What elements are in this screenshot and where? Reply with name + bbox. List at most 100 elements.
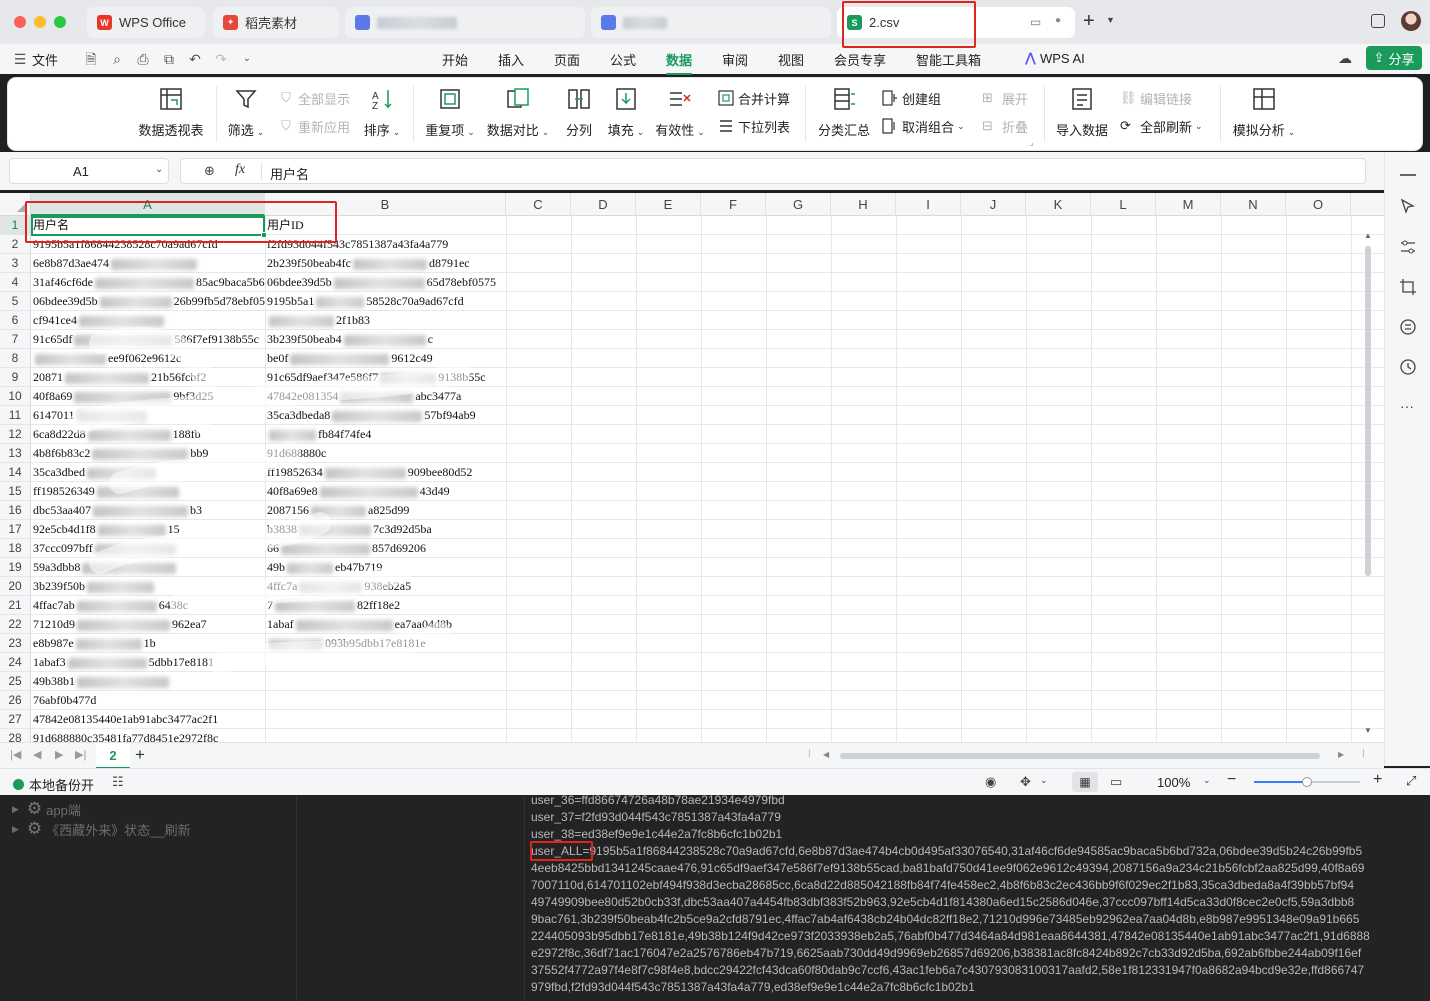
column-header-a[interactable]: A: [31, 193, 265, 216]
column-header-m[interactable]: M: [1156, 193, 1221, 216]
cell-a[interactable]: 49b38b1: [31, 672, 265, 691]
row-header[interactable]: 14: [0, 463, 31, 482]
window-layout-icon[interactable]: [1371, 14, 1385, 28]
zoom-out-button[interactable]: −: [1227, 771, 1236, 789]
zoom-slider-knob[interactable]: [1302, 777, 1312, 787]
redo-icon[interactable]: ↷: [213, 51, 229, 67]
cell-b[interactable]: 49b eb47b719: [265, 558, 506, 577]
ungroup-button[interactable]: 取消组合 ⌄: [882, 116, 965, 136]
code-line[interactable]: user_36=ffd86674726a48b78ae21934e4979fbd: [531, 795, 785, 807]
cell-b[interactable]: ff19852634 909bee80d52: [265, 463, 506, 482]
tab-document-blurred[interactable]: [591, 7, 831, 38]
row-header[interactable]: 8: [0, 349, 31, 368]
cell-b[interactable]: 1abaf ea7aa04d8b: [265, 615, 506, 634]
column-header-b[interactable]: B: [265, 193, 506, 216]
prev-sheet-icon[interactable]: ◀: [33, 748, 41, 761]
fullscreen-icon[interactable]: ⤢: [1406, 773, 1416, 789]
cell-b[interactable]: 3b239f50beab4 c: [265, 330, 506, 349]
cell-a[interactable]: 91d688880c35481fa77d8451e2972f8c: [31, 729, 265, 742]
cell-a[interactable]: 37ccc097bff: [31, 539, 265, 558]
menu-insert[interactable]: 插入: [498, 50, 524, 69]
tab-2-csv[interactable]: S 2.csv ▭ ●: [837, 7, 1075, 38]
consolidate-button[interactable]: 合并计算: [718, 88, 790, 108]
scroll-thumb[interactable]: [1365, 246, 1371, 576]
wps-ai-button[interactable]: ⋀ WPS AI: [1025, 50, 1085, 66]
row-header[interactable]: 24: [0, 653, 31, 672]
cell-b[interactable]: 用户ID: [265, 216, 506, 235]
tree-item-app[interactable]: ▶ ⚙ app端: [12, 799, 81, 819]
cell-b[interactable]: 47842e081354 abc3477a: [265, 387, 506, 406]
code-line[interactable]: user_37=f2fd93d044f543c7851387a43fa4a779: [531, 810, 781, 824]
zoom-in-button[interactable]: +: [1373, 771, 1382, 789]
cell-a[interactable]: 20871 21b56fcbf2: [31, 368, 265, 387]
row-header[interactable]: 21: [0, 596, 31, 615]
navigation-icon[interactable]: ✥: [1020, 774, 1031, 790]
scroll-up-icon[interactable]: ▲: [1364, 231, 1372, 240]
adjust-sliders-icon[interactable]: [1399, 238, 1417, 256]
tree-item-xizang[interactable]: ▶ ⚙ 《西藏外来》状态__刷新: [12, 819, 191, 839]
history-icon[interactable]: [1399, 358, 1417, 376]
row-header[interactable]: 19: [0, 558, 31, 577]
zoom-level[interactable]: 100%: [1157, 775, 1190, 790]
hamburger-icon[interactable]: ☰: [12, 51, 28, 67]
show-all-button[interactable]: ⛉ 全部显示: [278, 88, 350, 108]
formula-input[interactable]: ⊕ fx 用户名: [180, 158, 1366, 184]
cell-a[interactable]: 40f8a69 9bf3d25: [31, 387, 265, 406]
cell-b[interactable]: fb84f74fe4: [265, 425, 506, 444]
cell-a[interactable]: 6ca8d22d8 188fb: [31, 425, 265, 444]
cell-b[interactable]: b3838 7c3d92d5ba: [265, 520, 506, 539]
code-line[interactable]: user_38=ed38ef9e9e1c44e2a7fc8b6cfc1b02b1: [531, 827, 782, 841]
what-if-analysis-button[interactable]: 模拟分析 ⌄: [1230, 86, 1298, 139]
cloud-icon[interactable]: ☁: [1338, 50, 1352, 67]
chevron-down-icon[interactable]: ⌄: [1040, 775, 1048, 786]
name-box[interactable]: A1 ⌄: [9, 158, 169, 184]
cell-b[interactable]: 2087156 a825d99: [265, 501, 506, 520]
cell-a[interactable]: 35ca3dbed: [31, 463, 265, 482]
cell-a[interactable]: 4b8f6b83c2 bb9: [31, 444, 265, 463]
menu-review[interactable]: 审阅: [722, 50, 748, 69]
scroll-down-icon[interactable]: ▼: [1364, 726, 1372, 735]
column-header-l[interactable]: L: [1091, 193, 1156, 216]
row-header[interactable]: 27: [0, 710, 31, 729]
fill-button[interactable]: 填充 ⌄: [606, 86, 646, 139]
row-header[interactable]: 17: [0, 520, 31, 539]
document-info-icon[interactable]: ☷: [112, 774, 124, 790]
cell-a[interactable]: 47842e08135440e1ab91abc3477ac2f1: [31, 710, 265, 729]
import-data-button[interactable]: 导入数据: [1054, 86, 1110, 139]
column-header-o[interactable]: O: [1286, 193, 1351, 216]
row-header[interactable]: 25: [0, 672, 31, 691]
row-header[interactable]: 7: [0, 330, 31, 349]
column-header-n[interactable]: N: [1221, 193, 1286, 216]
backup-toggle[interactable]: 本地备份开: [13, 775, 94, 794]
create-group-button[interactable]: 创建组: [882, 88, 941, 108]
column-header-d[interactable]: D: [571, 193, 636, 216]
select-all-corner[interactable]: [0, 193, 31, 216]
cell-b[interactable]: [265, 710, 506, 729]
print-icon[interactable]: ⎙: [135, 51, 151, 67]
next-sheet-icon[interactable]: ▶: [55, 748, 63, 761]
file-menu[interactable]: 文件: [32, 50, 58, 69]
column-header-f[interactable]: F: [701, 193, 766, 216]
cell-b[interactable]: 2f1b83: [265, 311, 506, 330]
row-header[interactable]: 3: [0, 254, 31, 273]
row-header[interactable]: 12: [0, 425, 31, 444]
cell-b[interactable]: 06bdee39d5b 65d78ebf0575: [265, 273, 506, 292]
column-header-i[interactable]: I: [896, 193, 961, 216]
row-header[interactable]: 5: [0, 292, 31, 311]
cell-a[interactable]: 91c65df 586f7ef9138b55c: [31, 330, 265, 349]
save-icon[interactable]: 🗎: [83, 51, 99, 67]
menu-home[interactable]: 开始: [442, 50, 468, 69]
zoom-slider[interactable]: [1254, 777, 1360, 787]
cell-a[interactable]: e8b987e 1b: [31, 634, 265, 653]
chevron-down-icon[interactable]: ⌄: [239, 51, 255, 67]
new-tab-button[interactable]: +: [1083, 10, 1095, 32]
cell-b[interactable]: [265, 729, 506, 742]
code-line[interactable]: e2972f8c,36df71ac176047e2a2576786eb47b71…: [531, 946, 1361, 960]
filter-button[interactable]: 筛选 ⌄: [226, 86, 266, 139]
data-compare-button[interactable]: 数据对比 ⌄: [486, 86, 550, 139]
column-header-h[interactable]: H: [831, 193, 896, 216]
menu-page[interactable]: 页面: [554, 50, 580, 69]
chevron-down-icon[interactable]: ⌄: [155, 164, 163, 175]
cell-a[interactable]: 1abaf3 5dbb17e8181: [31, 653, 265, 672]
menu-member[interactable]: 会员专享: [834, 50, 886, 69]
